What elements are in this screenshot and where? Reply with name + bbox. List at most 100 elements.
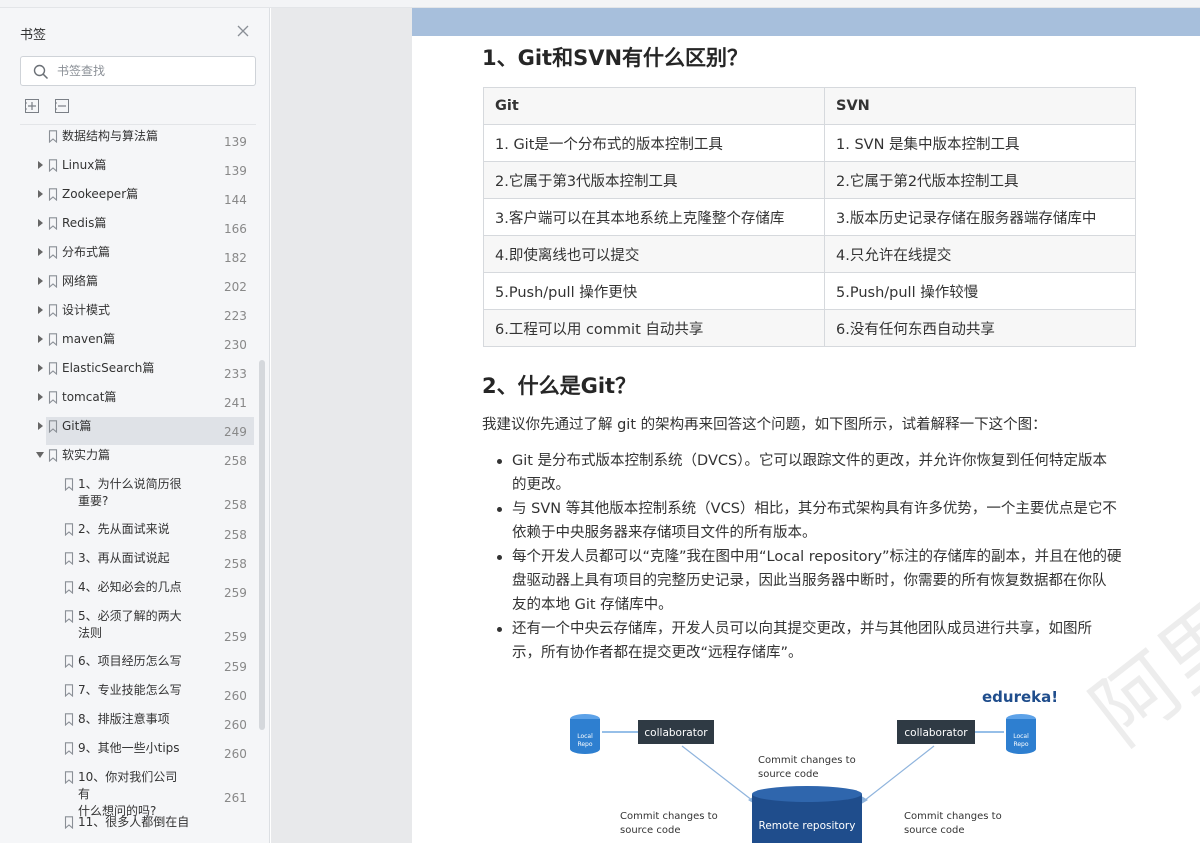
- bookmark-search-input[interactable]: [57, 61, 247, 81]
- table-row: 5.Push/pull 操作更快 5.Push/pull 操作较慢: [483, 272, 1136, 310]
- bookmark-label: 网络篇: [62, 274, 99, 288]
- table-cell: 1. SVN 是集中版本控制工具: [824, 124, 1136, 162]
- chevron-right-icon[interactable]: [36, 160, 44, 170]
- scrollbar-thumb[interactable]: [259, 360, 265, 730]
- bookmark-item[interactable]: 8、排版注意事项 260: [0, 710, 254, 738]
- bookmark-item[interactable]: 3、再从面试说起 258: [0, 549, 254, 577]
- svg-text:collaborator: collaborator: [644, 727, 708, 739]
- bookmark-item[interactable]: 9、其他一些小tips 260: [0, 739, 254, 767]
- table-cell: 6.工程可以用 commit 自动共享: [483, 309, 825, 347]
- bookmark-panel-header: 书签: [0, 8, 269, 48]
- commit-label: source code: [620, 825, 681, 836]
- bookmark-label: 11、很多人都倒在自: [78, 815, 190, 829]
- bookmark-item[interactable]: 软实力篇 258: [36, 446, 254, 474]
- expand-all-icon[interactable]: [24, 98, 40, 114]
- bookmark-icon: [48, 246, 58, 259]
- chevron-right-icon[interactable]: [36, 363, 44, 373]
- bookmark-item[interactable]: 11、很多人都倒在自: [0, 813, 254, 841]
- bookmark-page-number: 144: [224, 193, 247, 207]
- bookmark-label: 3、再从面试说起: [78, 551, 170, 565]
- bookmark-label: Redis篇: [62, 216, 107, 230]
- chevron-right-icon[interactable]: [36, 189, 44, 199]
- table-cell: 3.客户端可以在其本地系统上克隆整个存储库: [483, 198, 825, 236]
- bookmark-page-number: 260: [224, 718, 247, 732]
- bookmark-item[interactable]: 设计模式 223: [38, 301, 254, 329]
- bookmark-icon: [64, 581, 74, 594]
- svg-text:Repo: Repo: [577, 741, 592, 748]
- bookmark-page-number: 241: [224, 396, 247, 410]
- chevron-right-icon[interactable]: [36, 334, 44, 344]
- bookmark-label: Linux篇: [62, 158, 107, 172]
- chevron-right-icon[interactable]: [36, 421, 44, 431]
- chevron-right-icon[interactable]: [36, 218, 44, 228]
- table-cell: 1. Git是一个分布式的版本控制工具: [483, 124, 825, 162]
- search-icon: [33, 64, 49, 80]
- chevron-right-icon[interactable]: [36, 392, 44, 402]
- bookmark-item[interactable]: 6、项目经历怎么写 259: [0, 652, 254, 680]
- divider: [20, 124, 256, 125]
- commit-label: Commit changes to: [758, 755, 856, 766]
- bookmark-item[interactable]: tomcat篇 241: [38, 388, 254, 416]
- bookmark-label: 软实力篇: [62, 448, 111, 462]
- table-cell: 5.Push/pull 操作更快: [483, 272, 825, 310]
- bookmark-item[interactable]: Redis篇 166: [38, 214, 254, 242]
- local-repo-right: Local Repo: [1006, 714, 1036, 754]
- bookmark-label: 4、必知必会的几点: [78, 580, 182, 594]
- svg-text:Remote repository: Remote repository: [759, 820, 856, 832]
- bookmark-item[interactable]: 2、先从面试来说 258: [0, 520, 254, 548]
- bookmark-page-number: 230: [224, 338, 247, 352]
- comparison-table: Git SVN 1. Git是一个分布式的版本控制工具 1. SVN 是集中版本…: [483, 87, 1136, 347]
- bookmark-page-number: 259: [224, 660, 247, 674]
- bookmark-label: 5、必须了解的两大 法则: [78, 609, 182, 640]
- edureka-logo: edureka!: [982, 688, 1058, 706]
- chevron-right-icon[interactable]: [36, 247, 44, 257]
- bookmark-icon: [64, 523, 74, 536]
- bookmark-label: 9、其他一些小tips: [78, 741, 180, 755]
- chevron-right-icon[interactable]: [36, 276, 44, 286]
- question-2-heading: 2、什么是Git？: [482, 374, 637, 398]
- bookmark-page-number: 261: [224, 791, 247, 805]
- bookmark-page-number: 258: [224, 498, 247, 512]
- bookmark-label: 分布式篇: [62, 245, 111, 259]
- bookmark-item[interactable]: 4、必知必会的几点 259: [0, 578, 254, 606]
- bookmark-item[interactable]: Zookeeper篇 144: [38, 185, 254, 213]
- bookmark-search[interactable]: [20, 56, 256, 86]
- bookmark-icon: [64, 742, 74, 755]
- table-cell: 2.它属于第3代版本控制工具: [483, 161, 825, 199]
- bookmark-item[interactable]: 10、你对我们公司有 什么想问的吗? 261: [0, 768, 254, 818]
- bookmark-label: tomcat篇: [62, 390, 117, 404]
- svg-text:Local: Local: [1013, 733, 1029, 740]
- bookmark-label: ElasticSearch篇: [62, 361, 155, 375]
- table-row: 6.工程可以用 commit 自动共享 6.没有任何东西自动共享: [483, 309, 1136, 347]
- bookmark-label: 设计模式: [62, 303, 111, 317]
- bookmark-item[interactable]: Linux篇 139: [38, 156, 254, 184]
- bookmark-item[interactable]: 网络篇 202: [38, 272, 254, 300]
- bookmark-item[interactable]: 分布式篇 182: [38, 243, 254, 271]
- bookmark-page-number: 260: [224, 747, 247, 761]
- bookmark-page-number: 260: [224, 689, 247, 703]
- table-cell: 2.它属于第2代版本控制工具: [824, 161, 1136, 199]
- close-icon[interactable]: [236, 24, 250, 38]
- bookmark-page-number: 166: [224, 222, 247, 236]
- bookmark-icon: [48, 420, 58, 433]
- bookmark-item[interactable]: maven篇 230: [38, 330, 254, 358]
- bookmark-item[interactable]: 数据结构与算法篇 139: [46, 127, 254, 155]
- table-header-row: Git SVN: [483, 87, 1136, 125]
- bookmark-page-number: 249: [224, 425, 247, 439]
- bookmark-item[interactable]: 1、为什么说简历很 重要? 258: [0, 475, 254, 517]
- bookmark-page-number: 258: [224, 528, 247, 542]
- chevron-right-icon[interactable]: [36, 305, 44, 315]
- bookmark-page-number: 258: [224, 454, 247, 468]
- table-header-svn: SVN: [824, 87, 1136, 125]
- bookmark-item[interactable]: 7、专业技能怎么写 260: [0, 681, 254, 709]
- chevron-down-icon[interactable]: [36, 450, 44, 460]
- question-1-heading: 1、Git和SVN有什么区别？: [482, 46, 749, 70]
- collapse-all-icon[interactable]: [54, 98, 70, 114]
- bookmark-item[interactable]: Git篇 249: [38, 417, 254, 445]
- bookmark-item[interactable]: ElasticSearch篇 233: [38, 359, 254, 387]
- bookmark-label: 1、为什么说简历很 重要?: [78, 477, 182, 508]
- list-item: 每个开发人员都可以“克隆”我在图中用“Local repository”标注的存…: [494, 545, 1134, 617]
- bookmark-item[interactable]: 5、必须了解的两大 法则 259: [0, 607, 254, 649]
- table-row: 2.它属于第3代版本控制工具 2.它属于第2代版本控制工具: [483, 161, 1136, 199]
- remote-repository: Remote repository: [752, 786, 862, 843]
